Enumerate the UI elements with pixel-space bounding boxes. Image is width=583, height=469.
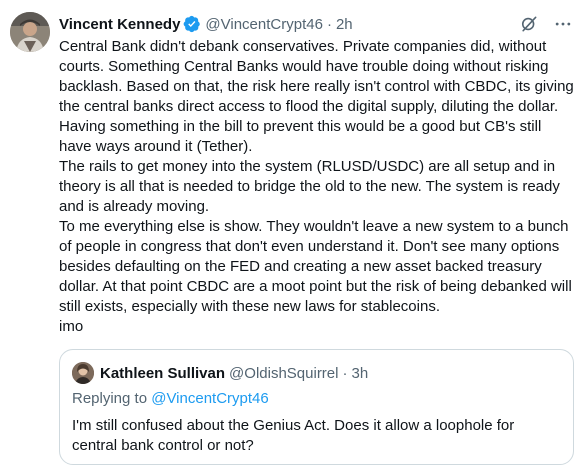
replying-to-link[interactable]: @VincentCrypt46 <box>151 390 269 407</box>
author-handle[interactable]: @VincentCrypt46 <box>205 16 323 33</box>
tweet-paragraph: To me everything else is show. They woul… <box>59 218 572 315</box>
quoted-author-handle[interactable]: @OldishSquirrel <box>229 365 338 382</box>
tweet-paragraph: Central Bank didn't debank conservatives… <box>59 38 574 155</box>
replying-to: Replying to @VincentCrypt46 <box>72 390 269 407</box>
timestamp[interactable]: 2h <box>336 16 353 33</box>
tweet-body: Central Bank didn't debank conservatives… <box>59 37 575 337</box>
quoted-timestamp[interactable]: 3h <box>351 365 368 382</box>
author-name[interactable]: Vincent Kennedy <box>59 16 180 33</box>
quoted-author-name[interactable]: Kathleen Sullivan <box>100 365 225 382</box>
grok-icon[interactable] <box>519 14 539 38</box>
replying-to-label: Replying to <box>72 390 148 407</box>
tweet-paragraph: imo <box>59 318 84 335</box>
separator-dot: · <box>342 364 348 382</box>
tweet-paragraph: The rails to get money into the system (… <box>59 158 560 215</box>
avatar[interactable] <box>10 12 50 52</box>
quoted-tweet-header: Kathleen Sullivan @OldishSquirrel · 3h <box>72 362 368 384</box>
tweet-header: Vincent Kennedy @VincentCrypt46 · 2h <box>59 13 573 35</box>
quoted-avatar[interactable] <box>72 362 94 384</box>
tweet[interactable]: Vincent Kennedy @VincentCrypt46 · 2h Cen… <box>0 0 583 469</box>
quoted-tweet[interactable]: Kathleen Sullivan @OldishSquirrel · 3h R… <box>59 349 574 465</box>
verified-badge-icon <box>183 15 201 33</box>
more-icon[interactable] <box>553 14 573 38</box>
quoted-tweet-text: I'm still confused about the Genius Act.… <box>72 417 515 454</box>
header-actions <box>519 14 573 38</box>
separator-dot: · <box>326 15 332 33</box>
